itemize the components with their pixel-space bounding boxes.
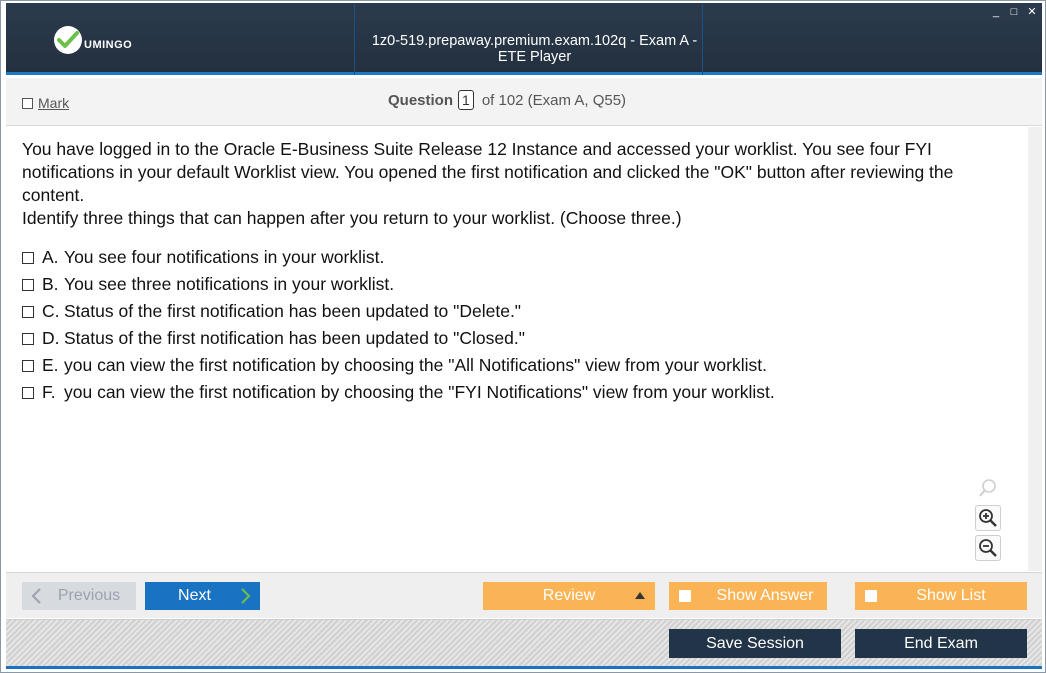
- logo-text: UMINGO: [84, 39, 133, 51]
- save-session-button[interactable]: Save Session: [669, 629, 841, 658]
- answer-options: A. You see four notifications in your wo…: [22, 244, 775, 406]
- option-checkbox[interactable]: [22, 332, 34, 345]
- review-label: Review: [542, 587, 596, 604]
- next-button[interactable]: Next: [145, 582, 260, 610]
- question-total: of 102 (Exam A, Q55): [481, 91, 627, 109]
- window-title: 1z0-519.prepaway.premium.exam.102q - Exa…: [371, 33, 698, 65]
- vertical-scrollbar[interactable]: [1028, 127, 1042, 571]
- option-letter: A.: [42, 247, 59, 267]
- mark-checkbox[interactable]: Mark: [22, 95, 69, 111]
- mark-checkbox-box[interactable]: [22, 97, 33, 109]
- check-logo-icon: [54, 26, 82, 54]
- option-text: You see three notifications in your work…: [64, 274, 395, 294]
- title-bar: UMINGO 1z0-519.prepaway.premium.exam.102…: [6, 3, 1042, 75]
- option-text: you can view the first notification by c…: [64, 355, 767, 375]
- chevron-left-icon: [30, 586, 42, 611]
- review-button[interactable]: Review: [483, 582, 655, 610]
- magnifier-icon[interactable]: [975, 475, 1001, 501]
- show-list-checkbox[interactable]: [865, 590, 877, 602]
- show-answer-checkbox[interactable]: [679, 590, 691, 602]
- option-letter: B.: [42, 274, 59, 294]
- option-text: Status of the first notification has bee…: [64, 328, 525, 348]
- vumingo-logo: UMINGO: [54, 25, 132, 55]
- answer-option-e[interactable]: E. you can view the first notification b…: [22, 352, 775, 379]
- close-button[interactable]: ✕: [1026, 6, 1038, 18]
- show-answer-label: Show Answer: [716, 587, 814, 604]
- answer-option-d[interactable]: D. Status of the first notification has …: [22, 325, 775, 352]
- option-letter: F.: [42, 382, 56, 402]
- show-answer-button[interactable]: Show Answer: [669, 582, 827, 610]
- end-exam-button[interactable]: End Exam: [855, 629, 1027, 658]
- mark-label: Mark: [38, 95, 70, 111]
- option-text: you can view the first notification by c…: [64, 382, 775, 402]
- zoom-out-icon[interactable]: [975, 535, 1001, 561]
- option-checkbox[interactable]: [22, 278, 34, 291]
- answer-option-a[interactable]: A. You see four notifications in your wo…: [22, 244, 775, 271]
- ete-player-window: UMINGO 1z0-519.prepaway.premium.exam.102…: [0, 0, 1046, 673]
- question-navigator: Question 1 of 102 (Exam A, Q55): [388, 90, 626, 110]
- question-label: Question: [388, 91, 454, 109]
- option-checkbox[interactable]: [22, 251, 34, 264]
- bottom-accent-line: [6, 666, 1042, 669]
- footer-bar: Save Session End Exam: [6, 619, 1042, 666]
- option-letter: E.: [42, 355, 59, 375]
- question-header: Mark Question 1 of 102 (Exam A, Q55): [6, 78, 1042, 126]
- question-content: You have logged in to the Oracle E-Busin…: [6, 127, 1028, 571]
- window-controls: _ □ ✕: [990, 6, 1038, 18]
- zoom-in-icon[interactable]: [975, 505, 1001, 531]
- option-checkbox[interactable]: [22, 386, 34, 399]
- question-stem: You have logged in to the Oracle E-Busin…: [22, 139, 954, 205]
- answer-option-b[interactable]: B. You see three notifications in your w…: [22, 271, 775, 298]
- option-letter: C.: [42, 301, 60, 321]
- maximize-button[interactable]: □: [1008, 6, 1020, 18]
- navigation-bar: Previous Next Review Show Answer Show Li…: [6, 572, 1042, 618]
- option-letter: D.: [42, 328, 60, 348]
- previous-label: Previous: [57, 587, 121, 604]
- answer-option-f[interactable]: F. you can view the first notification b…: [22, 379, 775, 406]
- option-text: You see four notifications in your workl…: [64, 247, 385, 267]
- show-list-label: Show List: [916, 587, 986, 604]
- minimize-button[interactable]: _: [990, 6, 1002, 18]
- option-text: Status of the first notification has bee…: [64, 301, 522, 321]
- previous-button[interactable]: Previous: [22, 582, 136, 610]
- show-list-button[interactable]: Show List: [855, 582, 1027, 610]
- option-checkbox[interactable]: [22, 305, 34, 318]
- answer-option-c[interactable]: C. Status of the first notification has …: [22, 298, 775, 325]
- chevron-right-icon: [240, 586, 252, 611]
- option-checkbox[interactable]: [22, 359, 34, 372]
- question-text: You have logged in to the Oracle E-Busin…: [22, 138, 1012, 230]
- title-divider: [354, 3, 355, 75]
- zoom-tools: [975, 475, 1001, 561]
- next-label: Next: [178, 587, 211, 604]
- question-number-input[interactable]: 1: [458, 90, 474, 110]
- caret-up-icon: [635, 592, 645, 599]
- question-instruction: Identify three things that can happen af…: [22, 208, 682, 228]
